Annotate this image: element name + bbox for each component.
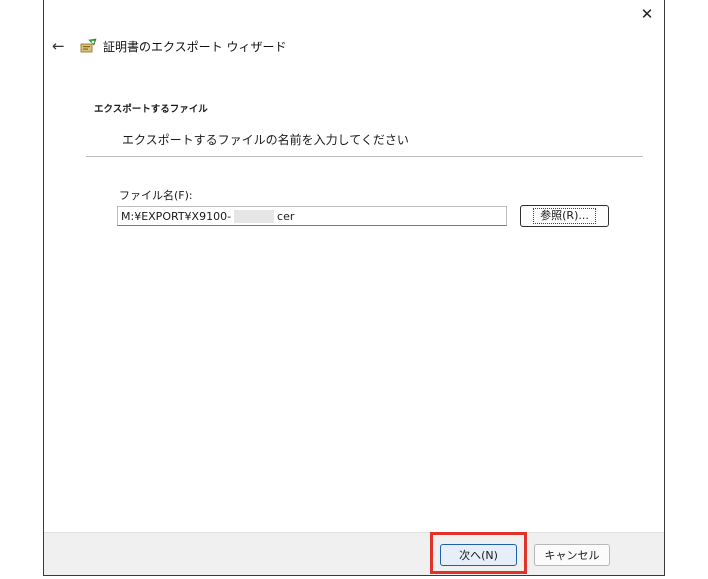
redacted-text <box>234 209 275 223</box>
file-name-label: ファイル名(F): <box>119 189 193 202</box>
cancel-button[interactable]: キャンセル <box>534 544 610 566</box>
next-button[interactable]: 次へ(N) <box>440 544 517 566</box>
wizard-header: ← 証明書のエクスポート ウィザード <box>52 36 286 56</box>
wizard-title: 証明書のエクスポート ウィザード <box>103 39 287 54</box>
cancel-button-label: キャンセル <box>544 549 600 562</box>
file-name-value-prefix: M:¥EXPORT¥X9100- <box>121 209 232 223</box>
section-divider <box>86 156 643 157</box>
certificate-wizard-icon <box>80 38 98 54</box>
export-wizard-window: ✕ ← 証明書のエクスポート ウィザード エクスポートするファイル エクスポート… <box>43 0 665 576</box>
file-name-value-suffix: cer <box>277 209 295 223</box>
section-description: エクスポートするファイルの名前を入力してください <box>122 133 409 147</box>
arrow-left-icon[interactable]: ← <box>52 37 70 55</box>
next-button-label: 次へ(N) <box>459 549 498 562</box>
section-heading: エクスポートするファイル <box>94 104 208 115</box>
file-name-input[interactable]: M:¥EXPORT¥X9100- cer <box>117 206 507 226</box>
browse-button[interactable]: 参照(R)... <box>520 205 609 227</box>
browse-button-label: 参照(R)... <box>533 208 596 224</box>
close-icon[interactable]: ✕ <box>638 5 656 23</box>
